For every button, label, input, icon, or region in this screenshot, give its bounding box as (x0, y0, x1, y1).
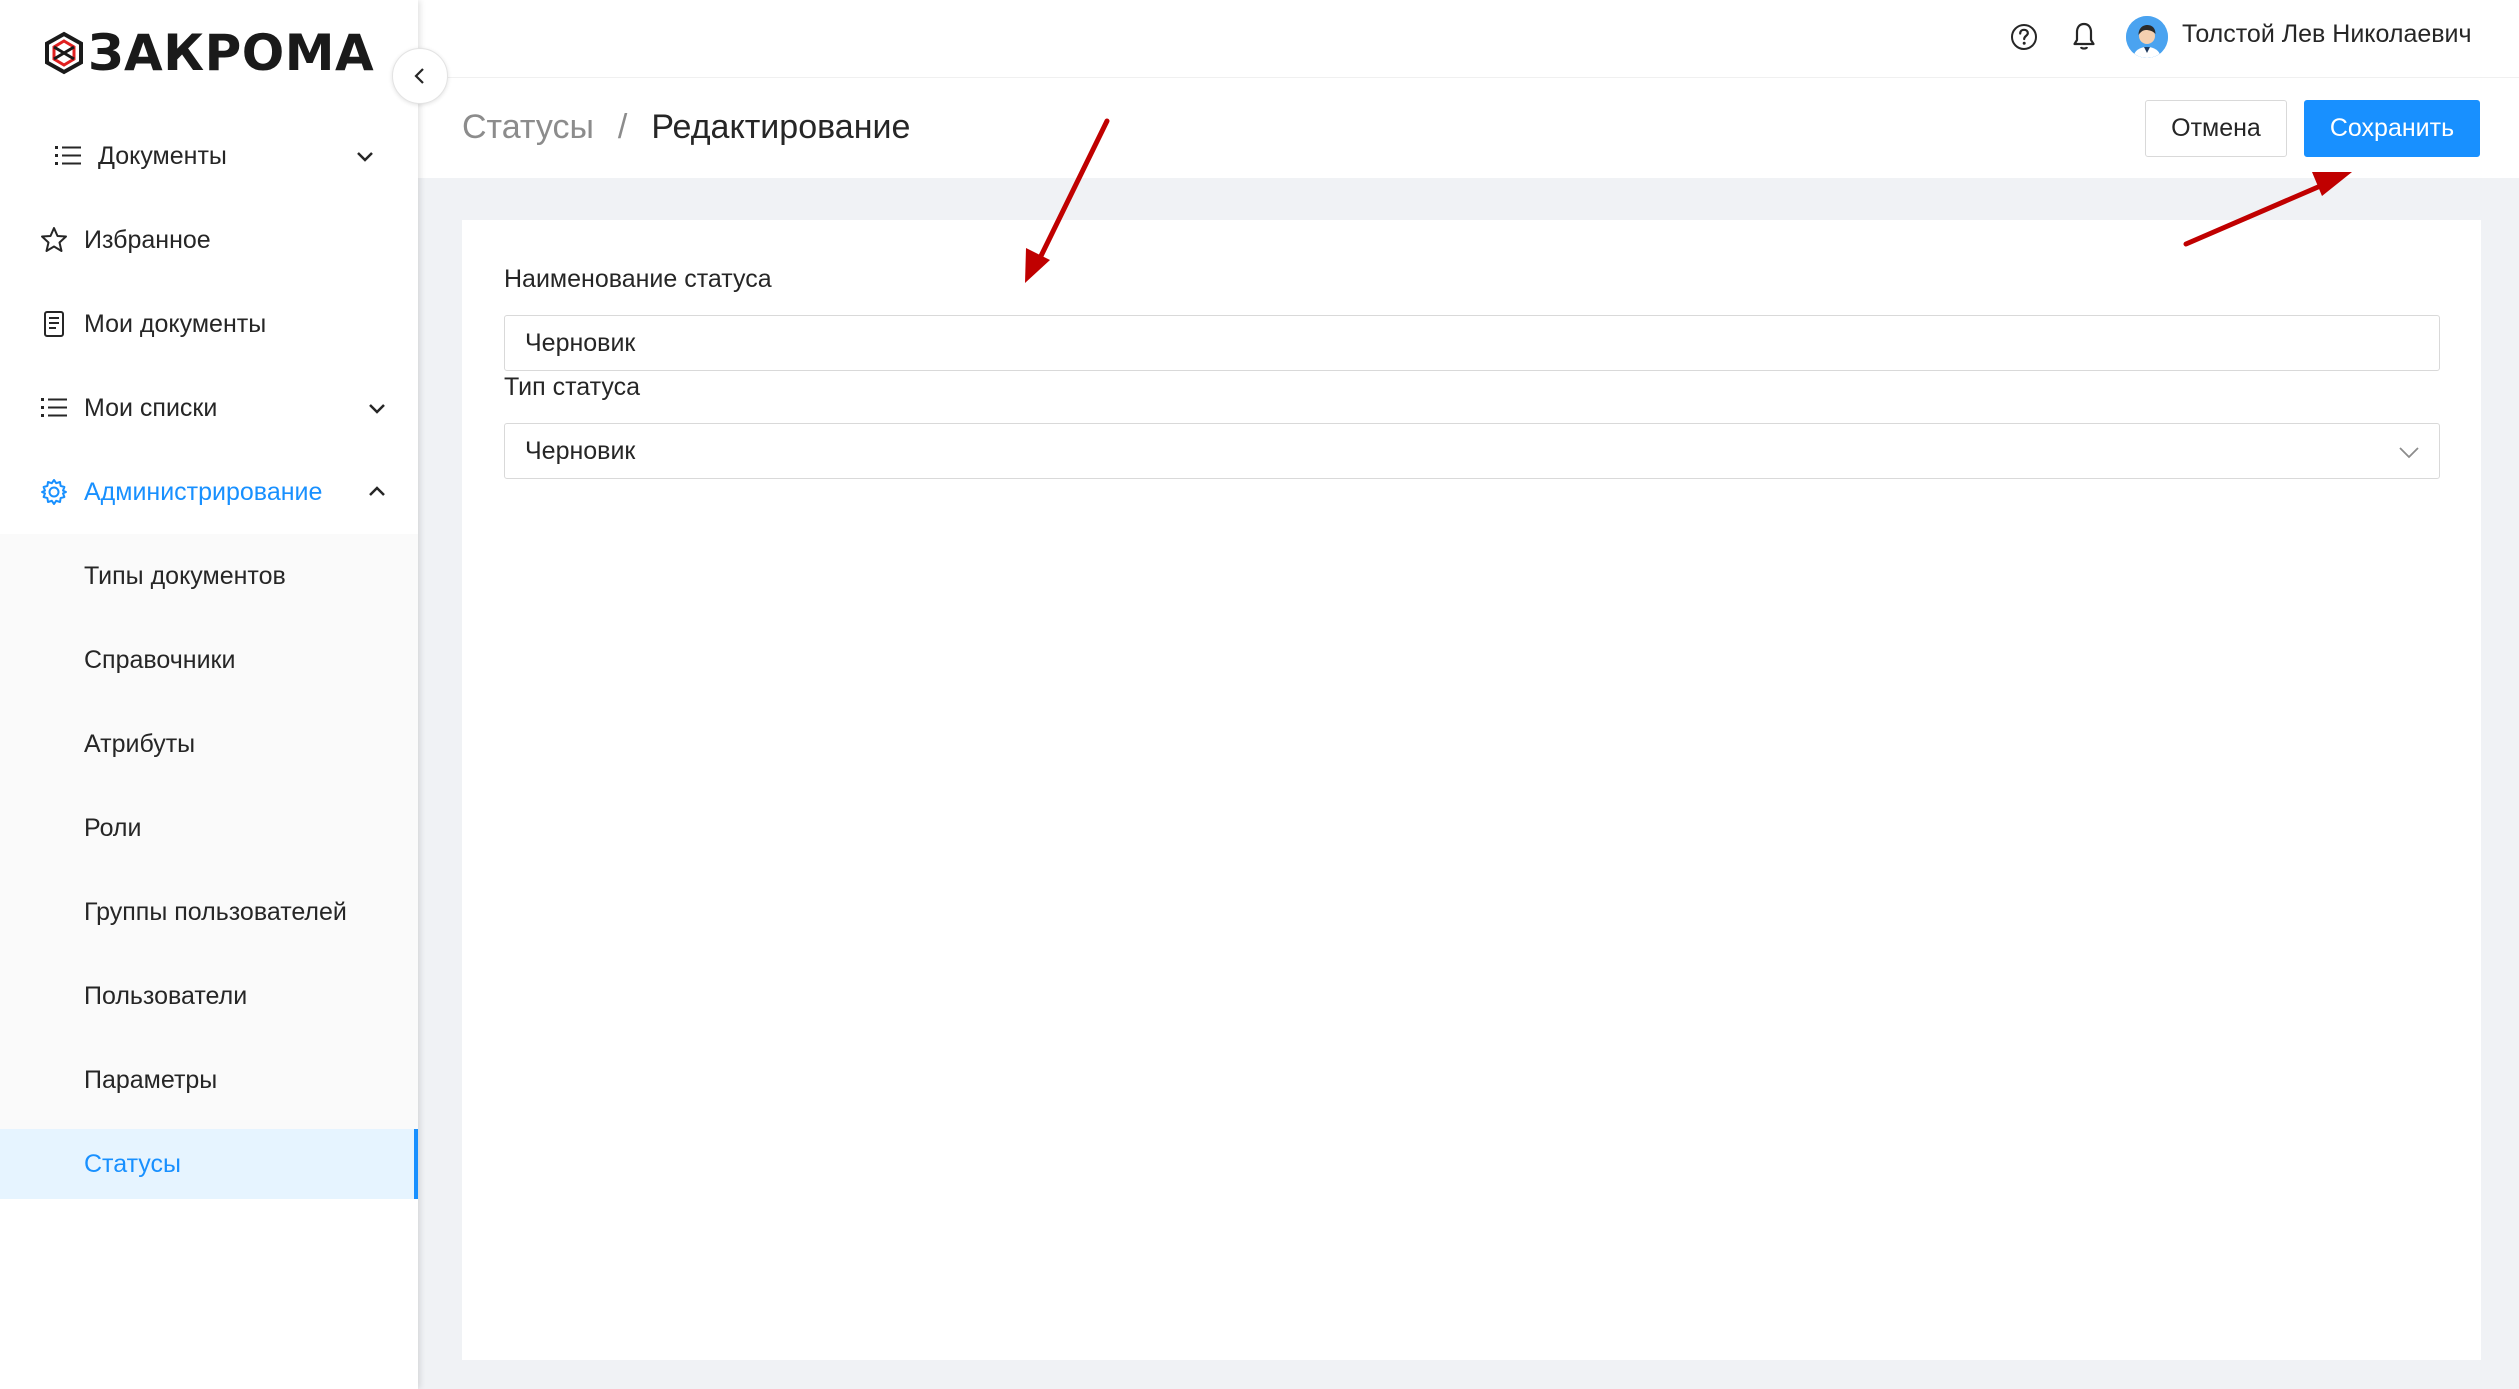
sidebar-subitem-users[interactable]: Пользователи (0, 954, 418, 1038)
chevron-down-icon (2399, 447, 2419, 459)
sidebar-subitem-label: Роли (84, 813, 142, 842)
list-icon (40, 394, 68, 422)
status-type-label: Тип статуса (504, 373, 640, 401)
chevron-down-icon (369, 404, 385, 414)
chevron-up-icon (369, 486, 385, 496)
sidebar-subitem-parameters[interactable]: Параметры (0, 1038, 418, 1122)
sidebar-subitem-label: Параметры (84, 1065, 218, 1094)
status-edit-form: Наименование статуса Тип статуса Чернови… (462, 220, 2481, 1360)
cancel-button[interactable]: Отмена (2145, 100, 2287, 157)
status-type-select[interactable]: Черновик (504, 423, 2440, 479)
page-header: Статусы / Редактирование Отмена Сохранит… (418, 78, 2519, 178)
status-name-input[interactable] (504, 315, 2440, 371)
breadcrumb: Статусы / Редактирование (462, 108, 910, 147)
sidebar-collapse-button[interactable] (392, 48, 448, 104)
sidebar-subitem-label: Статусы (84, 1149, 181, 1178)
sidebar-item-my-lists[interactable]: Мои списки (0, 366, 418, 450)
sidebar-subitem-statuses[interactable]: Статусы (0, 1129, 418, 1199)
chevron-left-icon (414, 68, 424, 84)
user-avatar-icon (2126, 16, 2168, 58)
logo-text: ЗАКРОМА (88, 24, 375, 82)
sidebar-item-administration[interactable]: Администрирование (0, 450, 418, 534)
sidebar-item-documents[interactable]: Документы (0, 114, 418, 198)
app-logo[interactable]: ЗАКРОМА (42, 22, 374, 84)
sidebar-subitem-user-groups[interactable]: Группы пользователей (0, 870, 418, 954)
star-icon (40, 226, 68, 254)
sidebar: ЗАКРОМА Документы Избранное Мои документ… (0, 0, 418, 1389)
list-icon (54, 142, 82, 170)
sidebar-subitem-document-types[interactable]: Типы документов (0, 534, 418, 618)
sidebar-item-my-documents[interactable]: Мои документы (0, 282, 418, 366)
user-name[interactable]: Толстой Лев Николаевич (2182, 20, 2472, 49)
sidebar-subitem-label: Справочники (84, 645, 236, 674)
gear-icon (40, 478, 68, 506)
breadcrumb-parent-link[interactable]: Статусы (462, 108, 594, 147)
page-title: Редактирование (651, 108, 911, 146)
sidebar-item-label: Документы (98, 141, 227, 170)
status-type-selected-value: Черновик (525, 436, 636, 465)
top-bar: Толстой Лев Николаевич (418, 0, 2519, 78)
status-name-label: Наименование статуса (504, 265, 772, 293)
chevron-down-icon (357, 152, 373, 162)
sidebar-subitem-directories[interactable]: Справочники (0, 618, 418, 702)
sidebar-subitem-attributes[interactable]: Атрибуты (0, 702, 418, 786)
sidebar-item-label: Администрирование (84, 477, 323, 506)
sidebar-subitem-label: Пользователи (84, 981, 248, 1010)
sidebar-item-favorites[interactable]: Избранное (0, 198, 418, 282)
sidebar-subitem-label: Типы документов (84, 561, 286, 590)
avatar[interactable] (2126, 16, 2168, 58)
breadcrumb-separator: / (617, 108, 628, 146)
save-button[interactable]: Сохранить (2304, 100, 2480, 157)
bell-icon[interactable] (2069, 20, 2099, 52)
administration-submenu: Типы документов Справочники Атрибуты Рол… (0, 534, 418, 1199)
sidebar-subitem-label: Группы пользователей (84, 897, 347, 926)
sidebar-subitem-roles[interactable]: Роли (0, 786, 418, 870)
logo-icon (45, 31, 83, 75)
sidebar-subitem-label: Атрибуты (84, 729, 196, 758)
help-icon[interactable] (2009, 22, 2039, 52)
sidebar-item-label: Мои документы (84, 309, 267, 338)
document-icon (40, 310, 68, 338)
sidebar-item-label: Мои списки (84, 393, 218, 422)
sidebar-menu: Документы Избранное Мои документы Мои сп… (0, 114, 418, 1206)
sidebar-item-label: Избранное (84, 225, 211, 254)
